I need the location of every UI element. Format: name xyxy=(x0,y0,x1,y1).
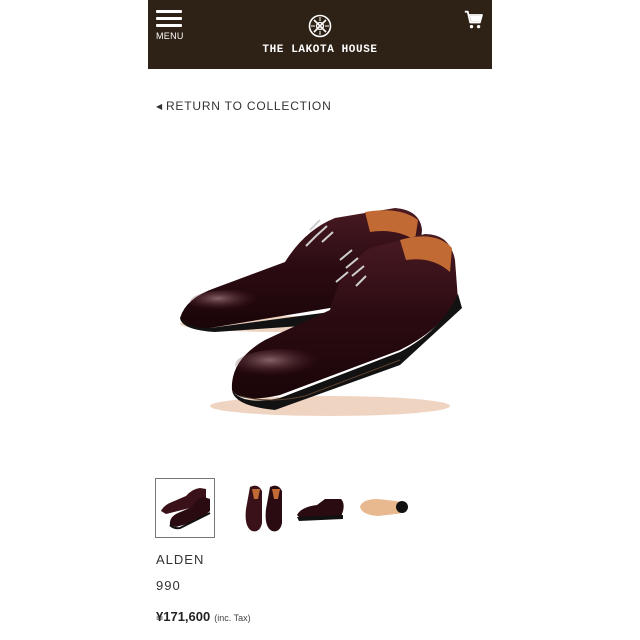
product-brand: ALDEN xyxy=(156,552,205,567)
thumbnail-pair-top[interactable] xyxy=(236,479,294,537)
tax-note: (inc. Tax) xyxy=(214,613,251,623)
cart-icon xyxy=(464,10,483,29)
cart-button[interactable] xyxy=(464,10,484,35)
menu-icon xyxy=(156,10,182,13)
product-model: 990 xyxy=(156,578,181,593)
thumbnail-side[interactable] xyxy=(291,479,349,537)
chevron-left-icon: ◀ xyxy=(156,102,163,111)
oxford-shoe-pair-image xyxy=(180,208,462,416)
thumbnail-strip xyxy=(155,478,476,539)
product-page: MENU THE LAKOTA HOUSE ◀ RETURN TO COLLECT… xyxy=(0,0,640,640)
product-price: ¥171,600 (inc. Tax) xyxy=(156,609,251,624)
site-brand-name[interactable]: THE LAKOTA HOUSE xyxy=(148,44,492,56)
site-header: MENU THE LAKOTA HOUSE xyxy=(148,0,492,69)
return-label: RETURN TO COLLECTION xyxy=(165,99,332,113)
thumbnail-sole[interactable] xyxy=(356,479,414,537)
lakota-emblem-icon[interactable] xyxy=(148,14,492,38)
thumbnail-pair-angled[interactable] xyxy=(155,478,215,538)
return-to-collection-link[interactable]: ◀ RETURN TO COLLECTION xyxy=(156,99,332,113)
price-value: ¥171,600 xyxy=(156,609,211,624)
